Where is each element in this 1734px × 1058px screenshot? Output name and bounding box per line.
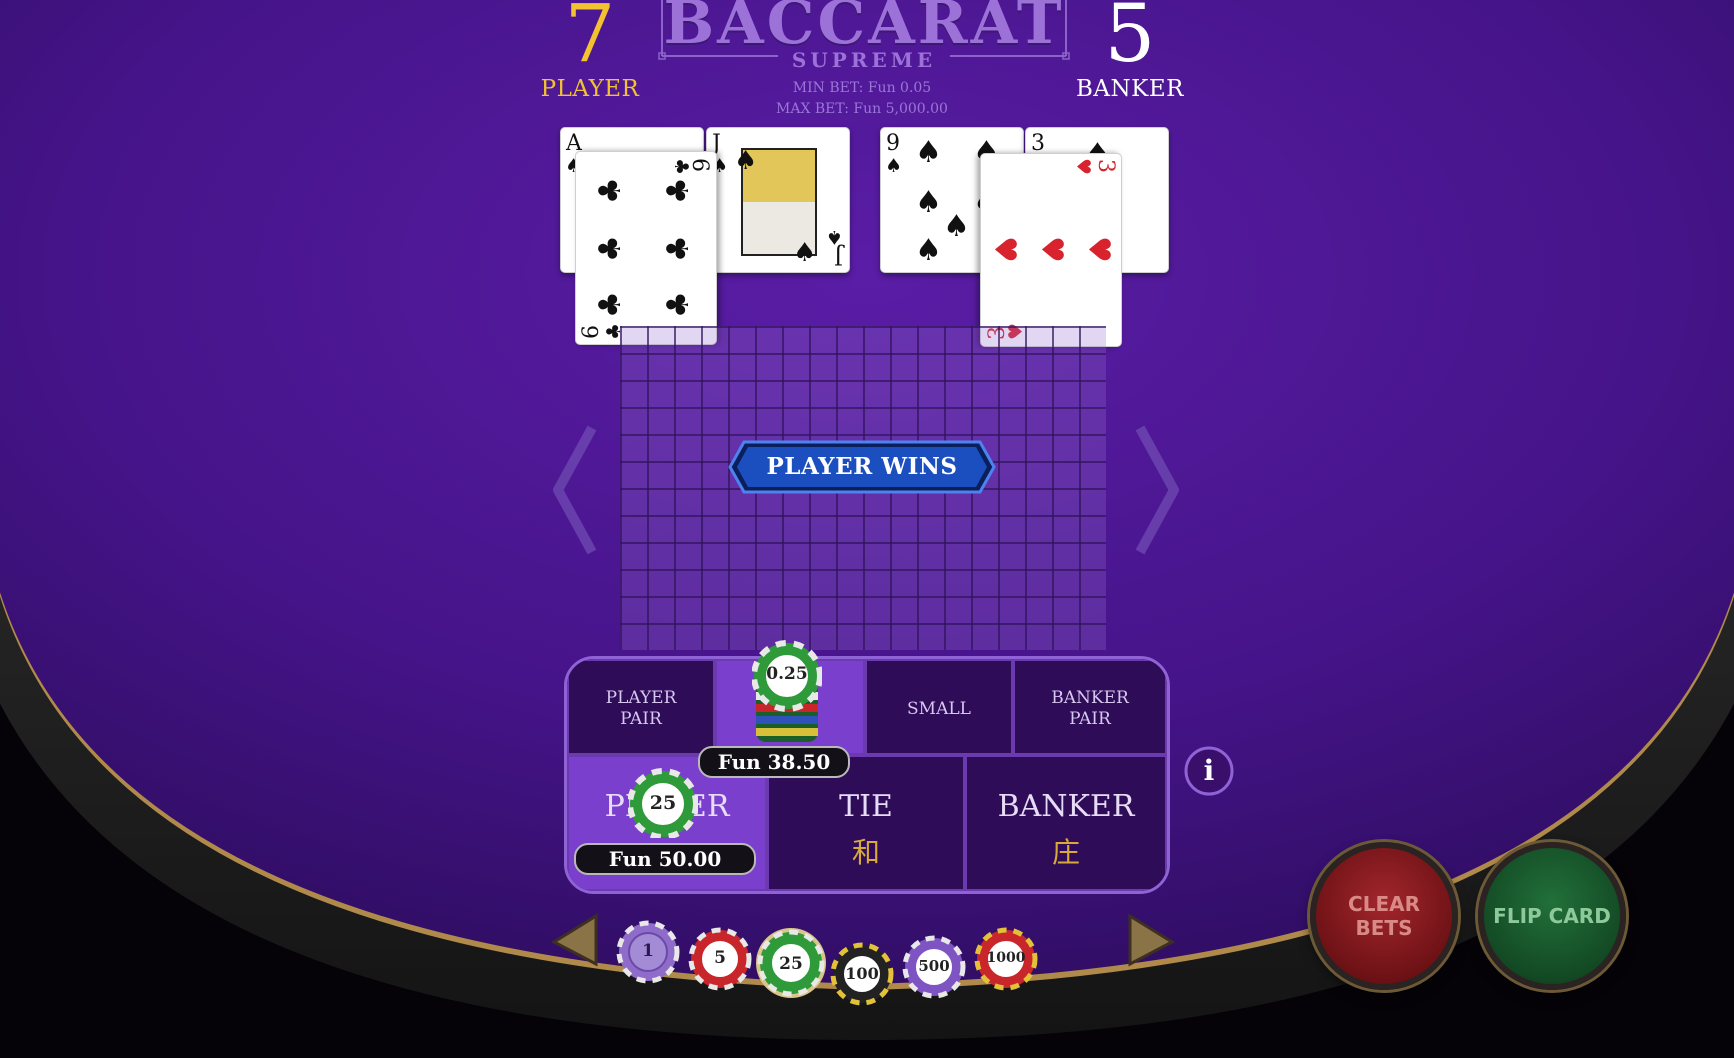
player-score: 7 — [564, 0, 616, 80]
banker-score-label: BANKER — [1076, 76, 1184, 102]
card-rank: 6 — [579, 325, 604, 339]
chip-stack-player-value: 25 — [649, 792, 677, 814]
player-card-3: 6 ♣ ♣ ♣ ♣ ♣ ♣ ♣ 6 ♣ — [575, 151, 717, 345]
spade-icon: ♠ — [825, 226, 843, 248]
flip-card-label: FLIP CARD — [1493, 904, 1611, 928]
heart-icon: ♥ — [1081, 236, 1116, 263]
chip-1-value: 1 — [642, 941, 654, 961]
bet-zone-small[interactable]: SMALL — [865, 659, 1013, 755]
club-icon: ♣ — [593, 291, 628, 318]
spade-icon: ♠ — [915, 185, 942, 220]
chip-5-value: 5 — [714, 948, 726, 968]
banker-pair-label: BANKER PAIR — [1051, 688, 1129, 729]
club-icon: ♣ — [593, 235, 628, 262]
road-prev-arrow-icon[interactable] — [550, 424, 600, 556]
chip-tray-prev-arrow-icon[interactable] — [548, 912, 600, 968]
game-logo: BACCARAT SUPREME — [658, 0, 1070, 72]
card-rank: 3 — [1031, 131, 1045, 156]
heart-icon: ♥ — [987, 236, 1022, 263]
club-icon: ♣ — [661, 235, 696, 262]
spade-icon: ♠ — [943, 209, 970, 244]
chip-stack-big-value: 0.25 — [766, 664, 808, 684]
chip-25-value: 25 — [779, 954, 803, 974]
game-table: 7 PLAYER 5 BANKER BACCARAT SUPREME MIN B… — [0, 0, 1734, 1058]
logo-subtitle: SUPREME — [791, 48, 937, 72]
heart-icon: ♥ — [1072, 158, 1094, 176]
card-rank: 9 — [886, 131, 900, 156]
road-next-arrow-icon[interactable] — [1132, 424, 1182, 556]
heart-icon: ♥ — [1034, 236, 1069, 263]
bet-amount-player: Fun 50.00 — [574, 843, 756, 875]
flip-card-button[interactable]: FLIP CARD — [1478, 842, 1626, 990]
clear-bets-button[interactable]: CLEAR BETS — [1310, 842, 1458, 990]
banker-bet-label: BANKER — [997, 789, 1135, 824]
banker-cjk-label: 庄 — [1051, 836, 1080, 869]
min-bet-label: MIN BET: Fun 0.05 — [792, 80, 932, 96]
spade-icon: ♠ — [915, 135, 942, 170]
clear-bets-label: CLEAR BETS — [1348, 892, 1420, 940]
spade-icon: ♠ — [793, 238, 817, 268]
player-score-label: PLAYER — [540, 76, 640, 102]
banker-card-3: 3 ♥ ♥ ♥ ♥ 3 ♥ — [980, 153, 1122, 347]
max-bet-label: MAX BET: Fun 5,000.00 — [776, 101, 948, 117]
bet-zone-banker-pair[interactable]: BANKER PAIR — [1013, 659, 1167, 755]
club-icon: ♣ — [593, 177, 628, 204]
chip-1000-value: 1000 — [986, 950, 1026, 966]
player-pair-label: PLAYER PAIR — [605, 688, 677, 729]
info-icon: i — [1203, 754, 1215, 787]
club-icon: ♣ — [670, 158, 692, 176]
tie-label: TIE — [839, 789, 893, 824]
banker-score: 5 — [1104, 0, 1156, 80]
result-text: PLAYER WINS — [766, 453, 958, 480]
chip-stack-big[interactable] — [752, 640, 822, 748]
tie-cjk-label: 和 — [851, 836, 880, 869]
player-card-2: J ♠ ♠ ♠ J ♠ — [706, 127, 850, 273]
club-icon: ♣ — [661, 177, 696, 204]
spade-icon: ♠ — [915, 233, 942, 268]
club-icon: ♣ — [661, 291, 696, 318]
spade-icon: ♠ — [885, 155, 903, 177]
chip-100-value: 100 — [845, 964, 879, 983]
bet-zone-player-pair[interactable]: PLAYER PAIR — [567, 659, 715, 755]
small-label: SMALL — [907, 699, 971, 719]
bet-amount-big: Fun 38.50 — [698, 746, 850, 778]
chip-500-value: 500 — [918, 957, 950, 975]
bet-zone-banker[interactable]: BANKER 庄 — [965, 755, 1167, 891]
card-rank: 3 — [1093, 159, 1118, 173]
chip-tray-next-arrow-icon[interactable] — [1126, 912, 1178, 968]
spade-icon: ♠ — [734, 146, 758, 176]
